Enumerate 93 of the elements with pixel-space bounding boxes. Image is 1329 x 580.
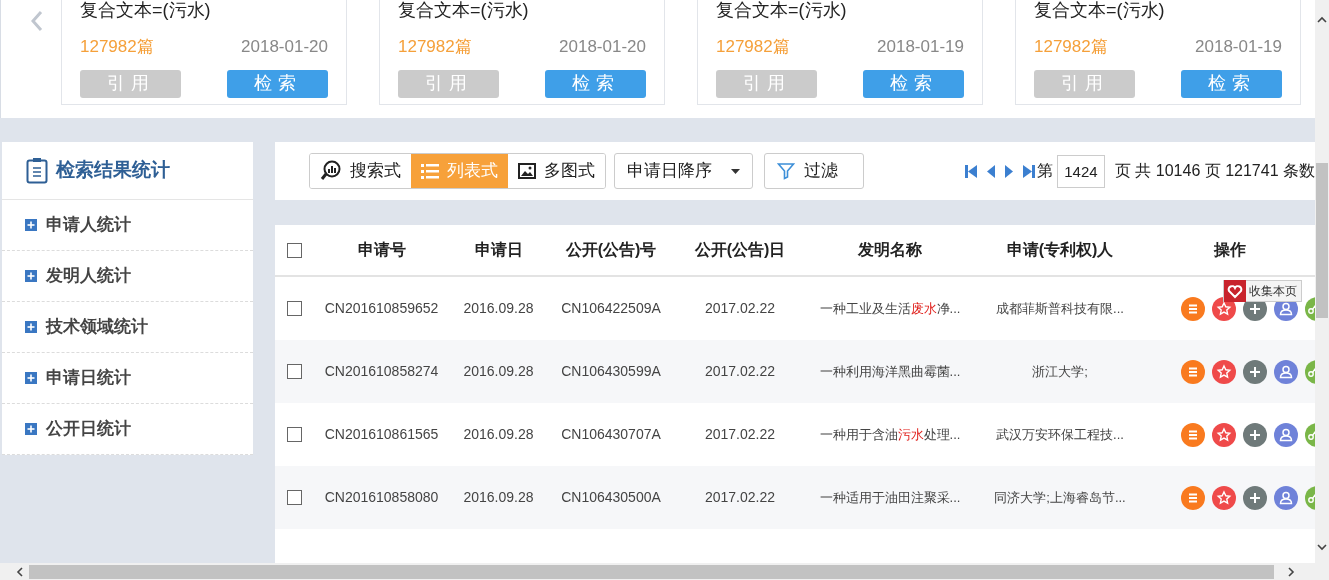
sort-dropdown[interactable]: 申请日降序 <box>614 153 753 189</box>
table-cell-text: CN106422509A <box>560 299 662 318</box>
image-icon <box>518 163 536 179</box>
result-count: 127982篇 <box>716 36 790 58</box>
panel-title: 检索结果统计 <box>56 158 170 183</box>
filter-icon <box>777 162 795 180</box>
plus-icon <box>25 372 37 384</box>
card-title: 复合文本=(污水) <box>398 0 529 20</box>
list-icon[interactable] <box>1181 485 1205 510</box>
list-icon[interactable] <box>1181 296 1205 321</box>
table-cell-text: 同济大学;上海睿岛节... <box>993 488 1127 507</box>
page-label: 第 <box>1036 161 1053 181</box>
caret-icon <box>731 168 740 174</box>
table-cell-text: CN201610861565 <box>323 425 440 444</box>
clipboard-icon <box>26 157 48 184</box>
table-cell-text: 2017.02.22 <box>703 362 777 381</box>
card-title: 复合文本=(污水) <box>716 0 847 20</box>
column-header: 公开(公告)日 <box>693 240 787 260</box>
card-title: 复合文本=(污水) <box>80 0 211 20</box>
scroll-up-icon[interactable] <box>1317 16 1327 23</box>
checkbox[interactable] <box>286 301 302 316</box>
user-icon[interactable] <box>1274 422 1298 447</box>
table-cell-text: CN201610858274 <box>323 362 440 381</box>
user-icon[interactable] <box>1274 485 1298 510</box>
scrollbar-thumb[interactable] <box>29 564 1274 579</box>
previous-page-icon[interactable] <box>986 164 995 178</box>
table-cell-text: CN106430599A <box>560 362 662 381</box>
vertical-scrollbar[interactable] <box>1315 0 1329 563</box>
result-count: 127982篇 <box>398 36 472 58</box>
plus-icon <box>25 321 37 333</box>
table-cell-text: 浙江大学; <box>1031 362 1089 381</box>
stats-item[interactable]: 公开日统计 <box>2 404 253 455</box>
page-input[interactable]: 1424 <box>1056 154 1105 188</box>
plus-icon[interactable] <box>1243 485 1267 510</box>
scroll-left-icon[interactable] <box>16 566 23 577</box>
scroll-right-icon[interactable] <box>1288 566 1295 577</box>
column-header: 公开(公告)号 <box>564 240 658 260</box>
plus-icon[interactable] <box>1243 359 1267 384</box>
first-page-icon[interactable] <box>964 164 977 178</box>
scroll-down-icon[interactable] <box>1317 544 1327 551</box>
card-date: 2018-01-19 <box>877 36 964 58</box>
table-cell-text: 2017.02.22 <box>703 488 777 507</box>
table-cell-text: 2016.09.28 <box>462 488 535 507</box>
plus-icon <box>25 219 37 231</box>
column-header: 申请号 <box>356 240 407 260</box>
column-header: 申请(专利权)人 <box>1005 240 1115 260</box>
title-link[interactable]: 一种适用于油田注聚采... <box>805 487 975 508</box>
checkbox[interactable] <box>286 490 302 505</box>
last-page-icon[interactable] <box>1022 164 1035 178</box>
page-summary: 页 共 10146 页 121741 条数 <box>1114 161 1315 181</box>
scrollbar-thumb[interactable] <box>1316 163 1328 318</box>
horizontal-scrollbar[interactable] <box>0 563 1329 580</box>
table-cell-text: 成都菲斯普科技有限... <box>995 299 1125 318</box>
next-page-icon[interactable] <box>1004 164 1013 178</box>
table-cell-text: 2017.02.22 <box>703 425 777 444</box>
column-header: 发明名称 <box>857 240 923 260</box>
checkbox[interactable] <box>286 364 302 379</box>
table-cell-text: 2016.09.28 <box>462 425 535 444</box>
column-header: 申请日 <box>473 240 524 260</box>
table-cell-text: 武汉万安环保工程技... <box>995 425 1125 444</box>
list-icon[interactable] <box>1181 359 1205 384</box>
result-count: 127982篇 <box>1034 36 1108 58</box>
stats-item[interactable]: 申请人统计 <box>2 200 253 251</box>
stats-item[interactable]: 申请日统计 <box>2 353 253 404</box>
table-cell-text: 2016.09.28 <box>462 299 535 318</box>
checkbox[interactable] <box>286 427 302 442</box>
title-link[interactable]: 一种工业及生活废水净... <box>805 298 975 319</box>
user-icon[interactable] <box>1274 359 1298 384</box>
list-icon[interactable] <box>1181 422 1205 447</box>
table-cell-text: CN201610858080 <box>323 488 440 507</box>
title-link[interactable]: 一种利用海洋黑曲霉菌... <box>805 361 975 382</box>
card-title: 复合文本=(污水) <box>1034 0 1165 20</box>
title-link[interactable]: 一种用于含油污水处理... <box>805 424 975 445</box>
checkbox[interactable] <box>286 242 302 258</box>
list-icon <box>421 163 439 179</box>
card-date: 2018-01-19 <box>1195 36 1282 58</box>
plus-icon <box>25 423 37 435</box>
search-chart-icon <box>320 160 342 182</box>
tooltip-text: 收集本页 <box>1249 283 1297 300</box>
result-count: 127982篇 <box>80 36 154 58</box>
stats-item[interactable]: 发明人统计 <box>2 251 253 302</box>
table-cell-text: 2016.09.28 <box>462 362 535 381</box>
column-header: 操作 <box>1212 240 1247 260</box>
card-date: 2018-01-20 <box>559 36 646 58</box>
stats-item[interactable]: 技术领域统计 <box>2 302 253 353</box>
plus-icon[interactable] <box>1243 422 1267 447</box>
plus-icon <box>25 270 37 282</box>
card-date: 2018-01-20 <box>241 36 328 58</box>
table-cell-text: 2017.02.22 <box>703 299 777 318</box>
table-cell-text: CN106430500A <box>560 488 662 507</box>
table-cell-text: CN106430707A <box>560 425 662 444</box>
filter-button[interactable]: 过滤 <box>764 153 864 189</box>
table-cell-text: CN201610859652 <box>323 299 440 318</box>
